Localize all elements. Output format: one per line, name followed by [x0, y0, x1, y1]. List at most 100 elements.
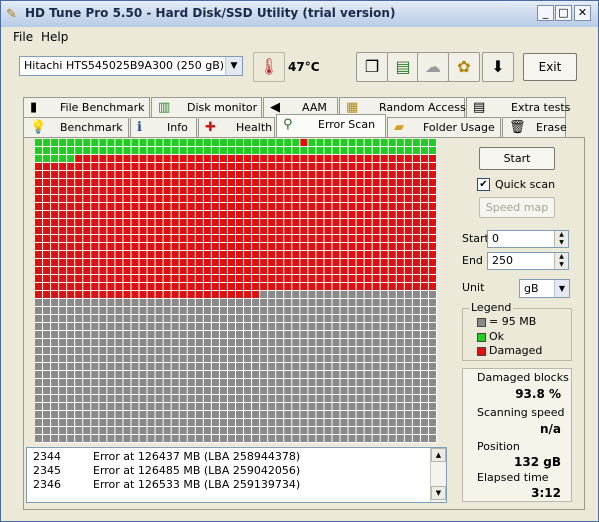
scan-block	[83, 259, 91, 266]
scan-block	[171, 155, 179, 162]
scan-block	[155, 267, 163, 274]
drive-select[interactable]: Hitachi HTS545025B9A300 (250 gB) ▼	[19, 56, 243, 76]
scan-block	[372, 363, 380, 370]
scan-block	[420, 179, 428, 186]
scan-block	[244, 187, 252, 194]
scan-block	[115, 411, 123, 418]
scan-block	[404, 163, 412, 170]
scan-block	[227, 379, 235, 386]
scan-block	[59, 219, 67, 226]
scan-block	[260, 243, 268, 250]
start-scan-button[interactable]: Start	[479, 147, 555, 170]
scan-block	[147, 403, 155, 410]
scan-block	[340, 251, 348, 258]
scan-block	[115, 363, 123, 370]
tab-error-scan[interactable]: ⚲ Error Scan	[276, 114, 386, 138]
scan-block	[412, 235, 420, 242]
scan-block	[147, 275, 155, 282]
log-scrollbar[interactable]: ▲ ▼	[430, 448, 446, 502]
scan-block	[99, 411, 107, 418]
minimize-button[interactable]: _	[537, 5, 554, 21]
tab-file-benchmark[interactable]: ▮ File Benchmark	[23, 97, 150, 117]
scan-block	[203, 379, 211, 386]
scan-block	[155, 235, 163, 242]
close-button[interactable]: ✕	[574, 5, 591, 21]
menu-help[interactable]: Help	[41, 30, 68, 44]
scan-block	[195, 355, 203, 362]
scan-block	[308, 387, 316, 394]
scan-block	[420, 155, 428, 162]
scan-block	[292, 259, 300, 266]
options-button[interactable]: ✿	[448, 52, 480, 82]
scan-block	[99, 339, 107, 346]
scan-block	[163, 411, 171, 418]
scan-block	[211, 339, 219, 346]
menu-file[interactable]: File	[13, 30, 33, 44]
quick-scan-checkbox[interactable]: ✔	[477, 178, 490, 191]
tab-folder-usage[interactable]: ▰ Folder Usage	[387, 117, 501, 137]
scan-block	[404, 211, 412, 218]
spin-down-icon[interactable]: ▼	[554, 261, 568, 269]
tab-disk-monitor[interactable]: ▥ Disk monitor	[151, 97, 262, 117]
spin-up-icon[interactable]: ▲	[554, 253, 568, 261]
scan-block	[147, 435, 155, 442]
scan-block	[35, 179, 43, 186]
copy-info-button[interactable]: ❐	[356, 52, 388, 82]
scroll-down-arrow-icon[interactable]: ▼	[431, 486, 446, 500]
screenshot-button[interactable]: ☁	[417, 52, 449, 82]
download-button[interactable]: ⬇	[482, 52, 514, 82]
scan-block	[83, 419, 91, 426]
scan-block	[123, 227, 131, 234]
scan-block	[131, 267, 139, 274]
scroll-up-arrow-icon[interactable]: ▲	[431, 448, 446, 462]
spin-up-icon[interactable]: ▲	[554, 231, 568, 239]
scan-block	[115, 427, 123, 434]
scan-block	[420, 283, 428, 290]
scan-block	[276, 259, 284, 266]
scan-block	[123, 187, 131, 194]
scan-block	[123, 331, 131, 338]
scan-block	[51, 403, 59, 410]
tab-info[interactable]: ℹ Info	[130, 117, 197, 137]
scan-block	[380, 227, 388, 234]
tab-erase[interactable]: 🗑 Erase	[502, 117, 567, 137]
tab-extra-tests[interactable]: ▤ Extra tests	[466, 97, 570, 117]
save-button[interactable]: ▤	[387, 52, 419, 82]
scan-block	[163, 419, 171, 426]
scan-block	[163, 299, 171, 306]
scan-block	[276, 251, 284, 258]
scan-block	[155, 435, 163, 442]
lightbulb-icon: 💡	[30, 120, 47, 135]
spin-down-icon[interactable]: ▼	[554, 239, 568, 247]
scan-block	[219, 243, 227, 250]
scan-block	[300, 427, 308, 434]
scan-block	[348, 419, 356, 426]
unit-select[interactable]: gB ▼	[519, 279, 570, 298]
scan-block	[171, 267, 179, 274]
scan-block	[236, 427, 244, 434]
exit-button[interactable]: Exit	[523, 53, 577, 81]
scan-block	[219, 227, 227, 234]
copy-icon: ❐	[364, 57, 380, 76]
scan-block	[428, 147, 436, 154]
scan-block	[268, 139, 276, 146]
scan-block	[147, 243, 155, 250]
speed-map-button[interactable]: Speed map	[479, 197, 555, 218]
tab-health[interactable]: ✚ Health	[198, 117, 275, 137]
scan-block	[35, 267, 43, 274]
scan-block	[123, 347, 131, 354]
start-field[interactable]: 0 ▲ ▼	[487, 230, 569, 248]
scan-block	[324, 355, 332, 362]
scan-block	[348, 291, 356, 298]
scan-block	[99, 403, 107, 410]
tab-benchmark[interactable]: 💡 Benchmark	[23, 117, 129, 137]
scan-block	[396, 411, 404, 418]
maximize-button[interactable]: □	[555, 5, 572, 21]
scan-block	[300, 307, 308, 314]
scan-block	[236, 155, 244, 162]
scan-block	[412, 435, 420, 442]
title-bar: ✎ HD Tune Pro 5.50 - Hard Disk/SSD Utili…	[1, 1, 598, 27]
scan-block	[244, 387, 252, 394]
end-field[interactable]: 250 ▲ ▼	[487, 252, 569, 270]
scan-block	[123, 355, 131, 362]
